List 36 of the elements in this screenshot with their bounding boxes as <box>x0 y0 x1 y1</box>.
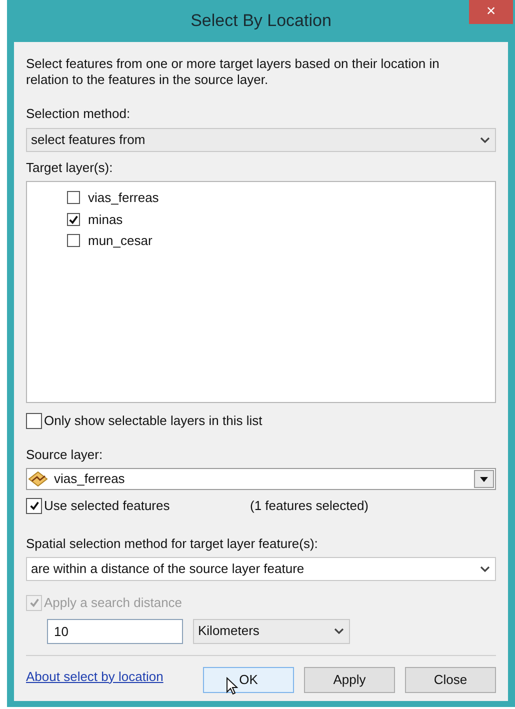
help-link[interactable]: About select by location <box>26 666 203 686</box>
window-title: Select By Location <box>190 10 332 32</box>
spatial-method-dropdown[interactable]: are within a distance of the source layer feature <box>26 557 496 581</box>
checkbox-label: Use selected features <box>44 497 171 515</box>
layer-name[interactable]: vias_ferreas <box>88 188 159 208</box>
dialog-button[interactable]: Apply <box>304 666 395 692</box>
checkbox[interactable] <box>67 212 80 226</box>
field-label: Spatial selection method for target layer feature(s): <box>26 534 319 553</box>
checkmark-icon <box>28 500 40 512</box>
dialog-button[interactable]: OK <box>203 666 294 692</box>
close-button[interactable]: × <box>469 0 513 24</box>
checkbox[interactable] <box>26 412 42 429</box>
dropdown-arrow-button[interactable] <box>474 470 494 488</box>
selection-count-text: (1 features selected) <box>250 497 369 515</box>
selection-method-dropdown[interactable]: select features from <box>26 128 496 152</box>
description-text: Select features from one or more target layers based on their location in relation to the features in the source layer. <box>26 56 440 88</box>
field-label: Target layer(s): <box>26 158 114 177</box>
chevron-down-icon <box>479 136 491 144</box>
checkmark-icon <box>68 214 79 225</box>
field-label: Selection method: <box>26 105 132 123</box>
checkbox-label: Apply a search distance <box>44 594 182 612</box>
mouse-pointer-icon <box>226 676 238 694</box>
checkbox[interactable] <box>67 234 80 248</box>
source-layer-dropdown[interactable]: vias_ferreas <box>26 468 496 490</box>
checkbox[interactable] <box>26 498 42 514</box>
checkmark-icon <box>28 597 40 608</box>
dialog-button[interactable]: Close <box>405 666 496 692</box>
checkbox[interactable] <box>67 191 80 204</box>
checkbox-label: Only show selectable layers in this list <box>44 412 262 430</box>
chevron-down-icon <box>333 627 345 635</box>
triangle-down-icon <box>480 476 488 482</box>
layer-name[interactable]: mun_cesar <box>88 231 152 250</box>
field-label: Source layer: <box>26 446 104 464</box>
line-layer-icon <box>28 471 48 487</box>
layer-name[interactable]: minas <box>88 210 123 229</box>
chevron-down-icon <box>479 565 491 573</box>
